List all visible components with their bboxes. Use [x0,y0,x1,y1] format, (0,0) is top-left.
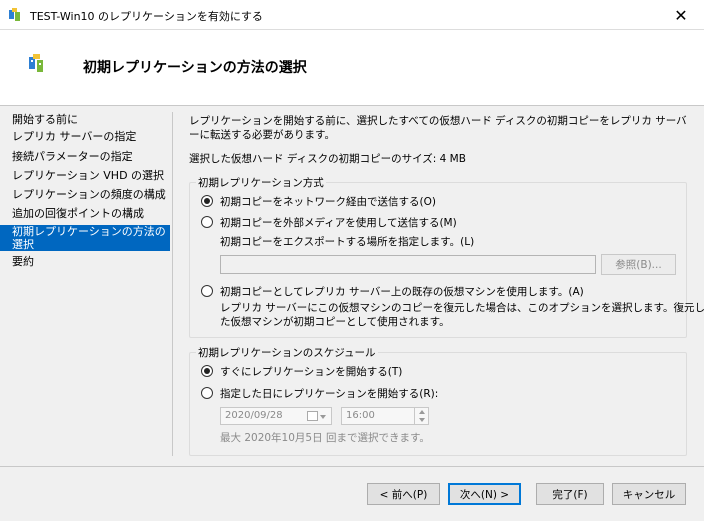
browse-button[interactable]: 参照(B)... [601,254,676,275]
existing-vm-note-line1: レプリカ サーバーにこの仮想マシンのコピーを復元した場合は、このオプションを選択… [220,302,704,314]
close-icon: ✕ [674,5,688,25]
calendar-icon[interactable] [307,411,318,421]
replication-wizard-icon [29,54,43,72]
start-on-date-radio[interactable] [201,387,213,399]
previous-button[interactable]: < 前へ(P) [367,483,440,505]
export-location-label: 初期コピーをエクスポートする場所を指定します。(L) [220,236,475,248]
spin-up-icon[interactable] [419,410,425,414]
footer-divider [0,466,704,467]
title-bar: TEST-Win10 のレプリケーションを有効にする ✕ [0,0,704,30]
cancel-button[interactable]: キャンセル [612,483,686,505]
initial-copy-size: 選択した仮想ハード ディスクの初期コピーのサイズ: 4 MB [189,153,466,165]
step-recovery-points[interactable]: 追加の回復ポイントの構成 [0,207,170,222]
step-select-vhd[interactable]: レプリケーション VHD の選択 [0,169,170,184]
use-existing-vm-label[interactable]: 初期コピーとしてレプリカ サーバー上の既存の仮想マシンを使用します。(A) [220,284,584,299]
start-time-value: 16:00 [346,410,375,421]
send-over-network-radio[interactable] [201,195,213,207]
intro-text: レプリケーションを開始する前に、選択したすべての仮想ハード ディスクの初期コピー… [189,115,687,141]
step-replication-frequency[interactable]: レプリケーションの頻度の構成 [0,188,170,203]
start-on-date-label[interactable]: 指定した日にレプリケーションを開始する(R): [220,386,438,401]
step-summary[interactable]: 要約 [0,255,170,270]
page-title: 初期レプリケーションの方法の選択 [83,60,307,76]
finish-button[interactable]: 完了(F) [536,483,604,505]
max-date-note: 最大 2020年10月5日 回まで選択できます。 [220,432,430,444]
chevron-down-icon[interactable] [320,415,326,419]
existing-vm-note-line2: た仮想マシンが初期コピーとして使用されます。 [220,316,450,328]
start-immediately-label[interactable]: すぐにレプリケーションを開始する(T) [220,364,402,379]
send-external-media-label[interactable]: 初期コピーを外部メディアを使用して送信する(M) [220,215,457,230]
step-specify-replica-server[interactable]: レプリカ サーバーの指定 [0,130,170,145]
use-existing-vm-radio[interactable] [201,285,213,297]
method-group-label: 初期レプリケーション方式 [196,175,326,190]
schedule-group-label: 初期レプリケーションのスケジュール [196,345,378,360]
spin-down-icon[interactable] [419,418,425,422]
wizard-header: 初期レプリケーションの方法の選択 [0,30,704,106]
close-button[interactable]: ✕ [658,0,704,30]
export-location-input[interactable] [220,255,596,274]
time-spinner[interactable] [414,407,428,425]
send-over-network-label[interactable]: 初期コピーをネットワーク経由で送信する(O) [220,194,436,209]
window-title: TEST-Win10 のレプリケーションを有効にする [30,10,263,23]
step-initial-replication-method[interactable]: 初期レプリケーションの方法の選択 [0,225,170,251]
send-external-media-radio[interactable] [201,216,213,228]
start-immediately-radio[interactable] [201,365,213,377]
start-date-value: 2020/09/28 [225,410,283,421]
wizard-steps-sidebar: 開始する前に レプリカ サーバーの指定 接続パラメーターの指定 レプリケーション… [0,106,172,464]
sidebar-divider [172,112,173,456]
replication-app-icon [9,8,20,21]
step-before-you-begin[interactable]: 開始する前に [0,113,170,128]
next-button[interactable]: 次へ(N) > [448,483,521,505]
step-connection-parameters[interactable]: 接続パラメーターの指定 [0,150,170,165]
